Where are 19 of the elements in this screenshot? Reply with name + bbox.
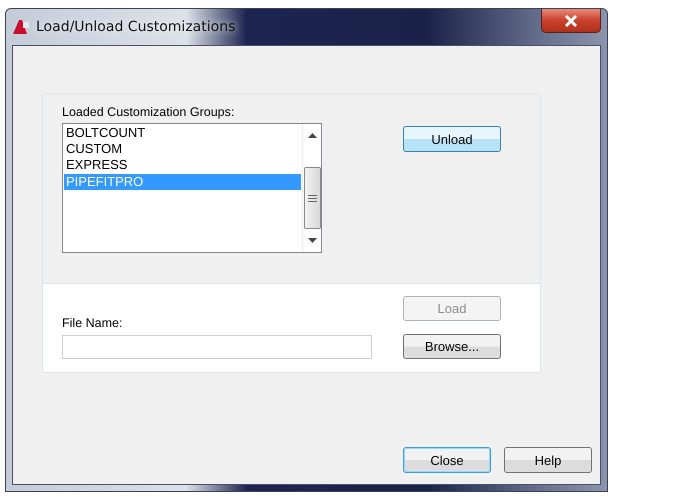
list-item[interactable]: CUSTOM — [64, 141, 301, 157]
grip-icon — [308, 194, 316, 202]
scroll-down-icon[interactable] — [308, 238, 316, 243]
browse-button[interactable]: Browse... — [403, 334, 501, 359]
list-item[interactable]: BOLTCOUNT — [64, 125, 301, 141]
dialog-button[interactable]: Help — [504, 447, 592, 473]
unload-button[interactable]: Unload — [403, 126, 501, 152]
groups-label: Loaded Customization Groups: — [62, 105, 236, 119]
file-name-field[interactable] — [62, 335, 372, 359]
list-item[interactable]: EXPRESS — [64, 157, 301, 173]
scrollbar-thumb[interactable] — [304, 167, 320, 229]
file-name-label: File Name: — [62, 316, 124, 330]
dialog-button[interactable]: Close — [403, 447, 491, 473]
close-button[interactable] — [541, 9, 601, 33]
scrollbar[interactable] — [302, 124, 321, 252]
groups-list[interactable]: BOLTCOUNT CUSTOM EXPRESS PIPEFITPRO — [62, 123, 322, 253]
scroll-up-icon[interactable] — [308, 133, 316, 138]
close-icon — [564, 14, 578, 26]
app-logo-icon — [12, 19, 30, 35]
